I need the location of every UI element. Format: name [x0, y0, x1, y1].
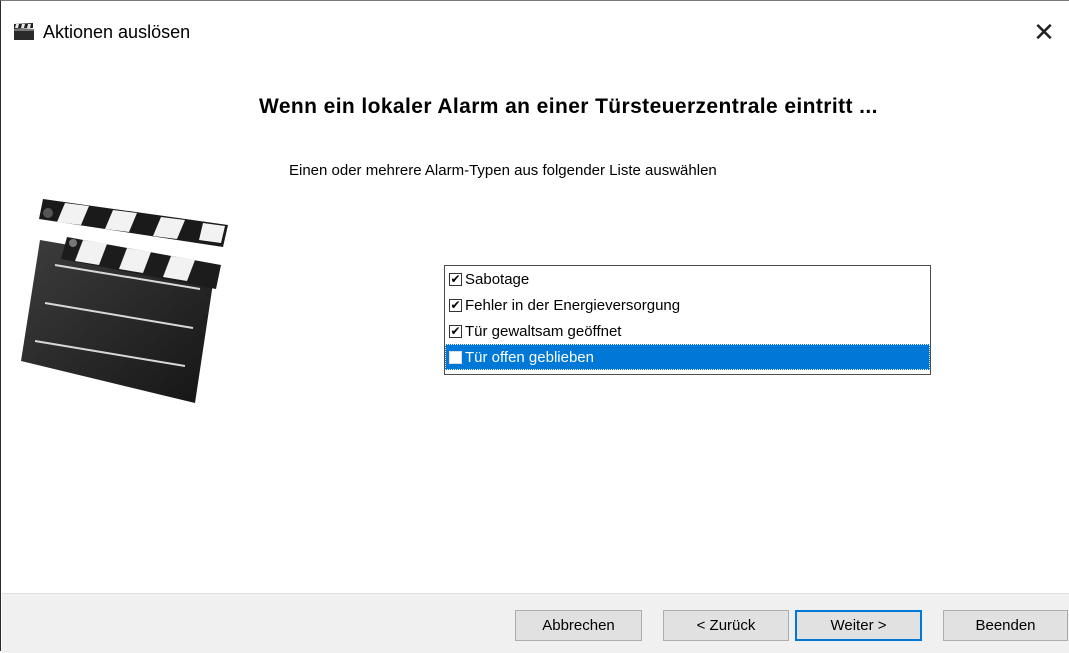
list-item-label: Tür gewaltsam geöffnet: [465, 322, 622, 340]
checkbox-unchecked[interactable]: [449, 350, 462, 364]
close-icon: ✕: [1033, 18, 1055, 48]
page-heading: Wenn ein lokaler Alarm an einer Türsteue…: [259, 95, 878, 118]
back-button[interactable]: < Zurück: [663, 610, 789, 641]
list-item-label: Sabotage: [465, 270, 530, 288]
title-bar: Aktionen auslösen ✕: [1, 1, 1069, 63]
clapperboard-icon: [21, 199, 228, 403]
list-item[interactable]: ✔ Fehler in der Energieversorgung: [445, 292, 930, 318]
list-item-label: Tür offen geblieben: [465, 348, 594, 366]
page-instruction: Einen oder mehrere Alarm-Typen aus folge…: [289, 162, 717, 179]
list-item[interactable]: ✔ Tür gewaltsam geöffnet: [445, 318, 930, 344]
clapperboard-icon: [14, 23, 34, 40]
dialog-window: Aktionen auslösen ✕ Wenn ein lokaler Ala…: [0, 0, 1069, 653]
cancel-button[interactable]: Abbrechen: [515, 610, 642, 641]
list-item-selected[interactable]: Tür offen geblieben: [445, 344, 930, 370]
close-button[interactable]: ✕: [1019, 15, 1069, 51]
list-item-label: Fehler in der Energieversorgung: [465, 296, 681, 314]
button-bar: Abbrechen < Zurück Weiter > Beenden: [2, 593, 1069, 653]
alarm-type-listbox[interactable]: ✔ Sabotage ✔ Fehler in der Energieversor…: [444, 265, 931, 375]
checkbox-checked[interactable]: ✔: [449, 298, 462, 312]
checkbox-checked[interactable]: ✔: [449, 272, 462, 286]
next-button[interactable]: Weiter >: [795, 610, 922, 641]
finish-button[interactable]: Beenden: [943, 610, 1068, 641]
window-title: Aktionen auslösen: [43, 22, 191, 42]
checkbox-checked[interactable]: ✔: [449, 324, 462, 338]
list-item[interactable]: ✔ Sabotage: [445, 266, 930, 292]
